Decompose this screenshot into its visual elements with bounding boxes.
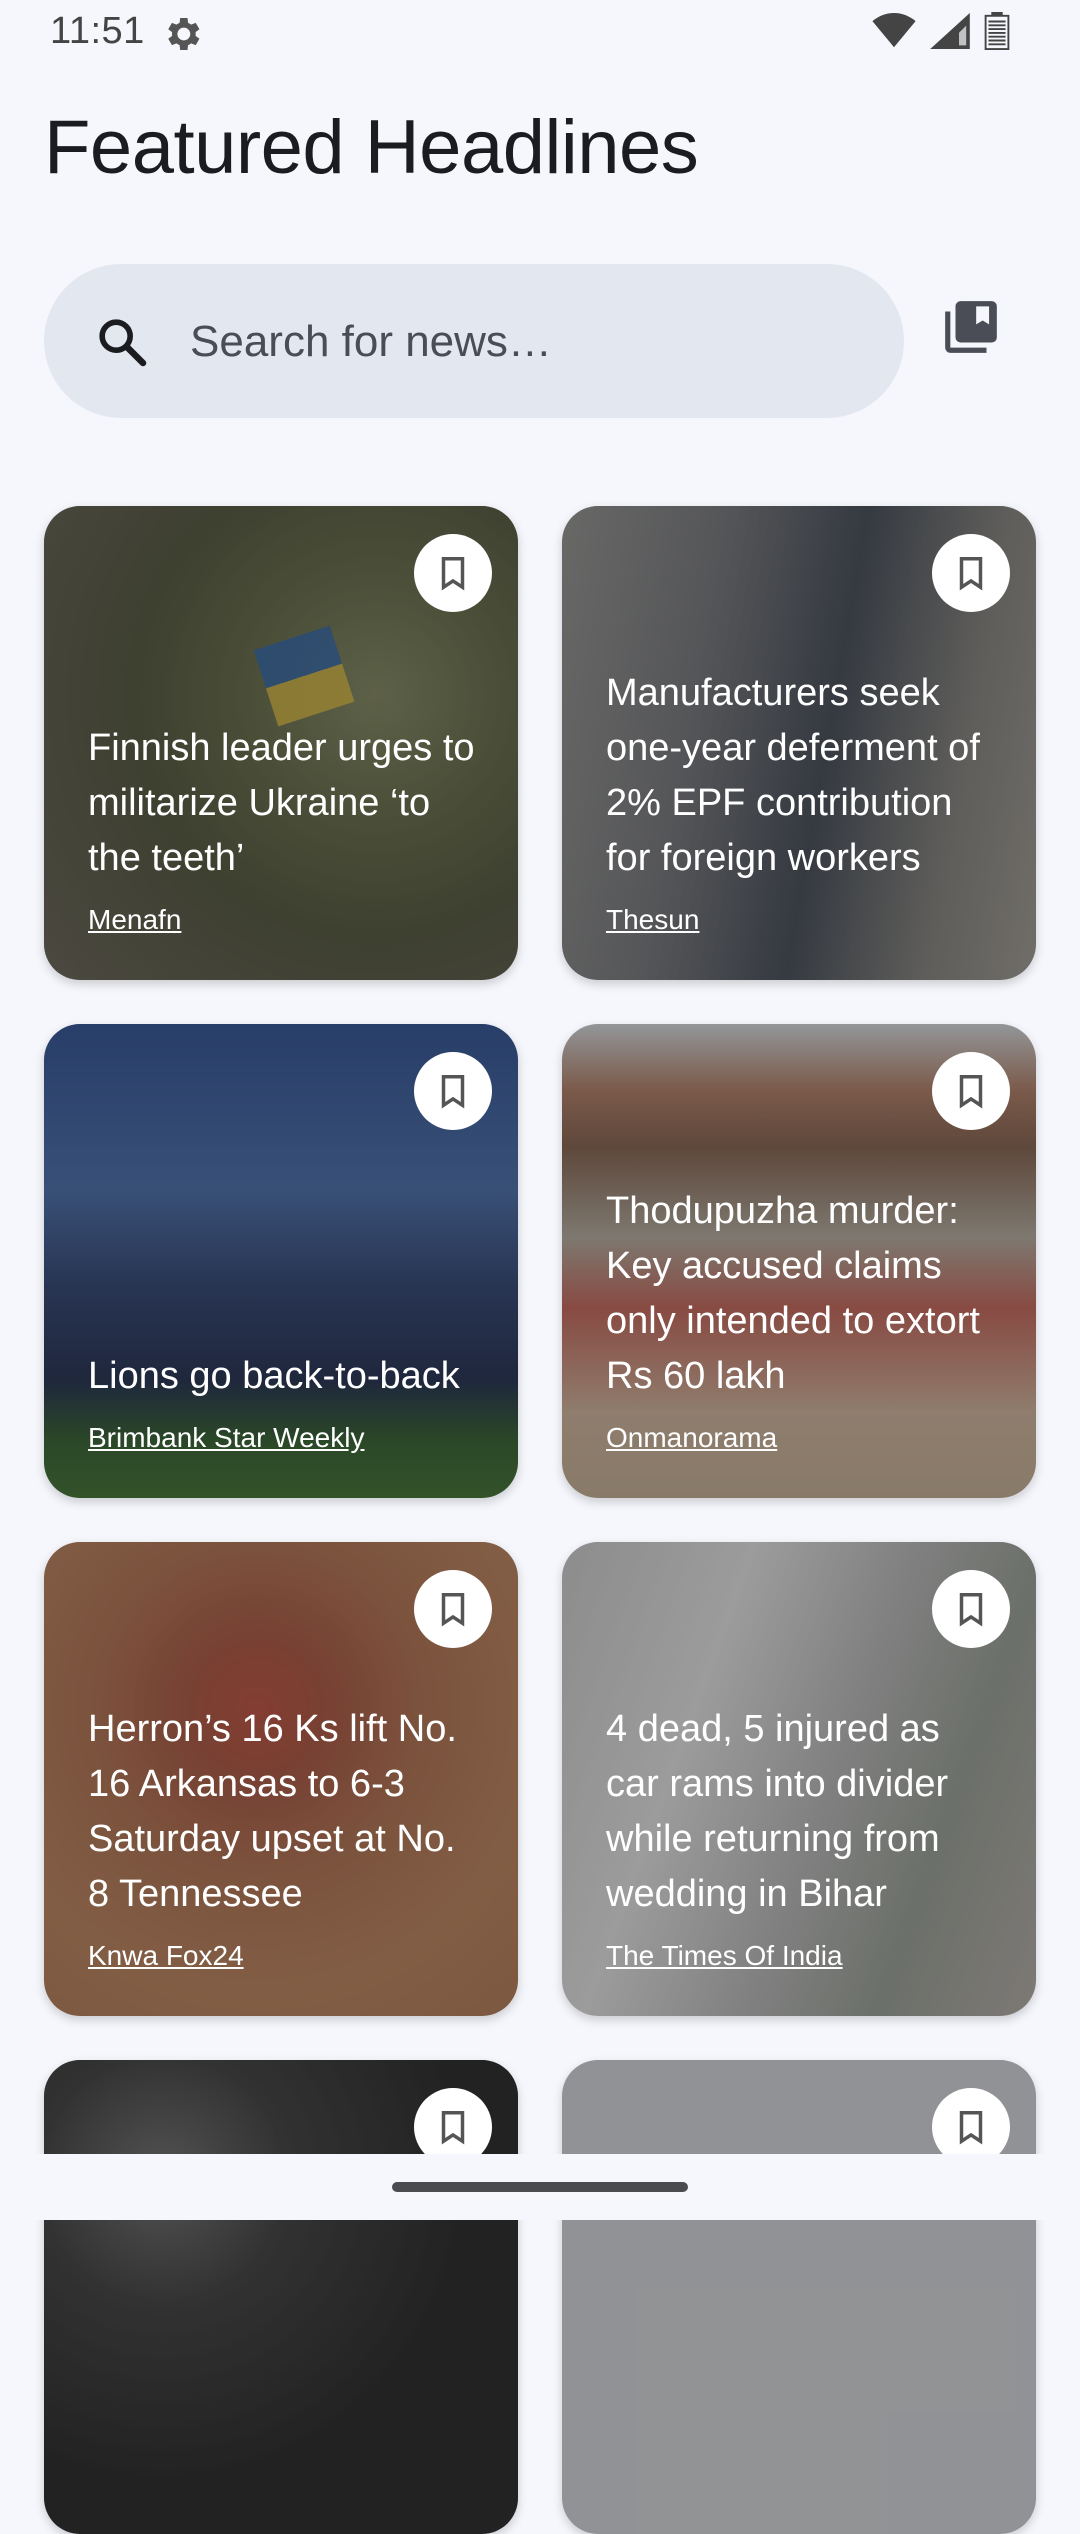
- search-bar[interactable]: [44, 264, 904, 418]
- bookmark-button[interactable]: [414, 1570, 492, 1648]
- bookmark-outline-icon: [959, 557, 983, 591]
- status-time: 11:51: [50, 10, 145, 52]
- search-input[interactable]: [188, 304, 872, 380]
- bookmark-button[interactable]: [932, 1570, 1010, 1648]
- card-title: Herron’s 16 Ks lift No. 16 Arkansas to 6…: [88, 1708, 457, 1915]
- bookmarks-icon: [940, 296, 1002, 363]
- gesture-nav-handle[interactable]: [392, 2182, 688, 2192]
- card-title: 4 dead, 5 injured as car rams into divid…: [606, 1708, 949, 1915]
- card-title: Manufacturers seek one-year deferment of…: [606, 672, 980, 879]
- card-source-link[interactable]: Brimbank Star Weekly: [88, 1422, 364, 1454]
- headline-card[interactable]: [44, 2060, 518, 2534]
- bookmark-button[interactable]: [932, 1052, 1010, 1130]
- card-source-link[interactable]: Knwa Fox24: [88, 1940, 244, 1972]
- search-icon[interactable]: [94, 314, 150, 370]
- bookmarks-button[interactable]: [938, 296, 1004, 362]
- bookmark-button[interactable]: [414, 1052, 492, 1130]
- headline-card[interactable]: [562, 2060, 1036, 2534]
- headline-card[interactable]: Lions go back-to-back Brimbank Star Week…: [44, 1024, 518, 1498]
- card-source-link[interactable]: Thesun: [606, 904, 699, 936]
- bookmark-outline-icon: [959, 1075, 983, 1109]
- battery-icon: [984, 12, 1010, 55]
- status-bar: 11:51: [0, 0, 1080, 70]
- bookmark-outline-icon: [959, 1593, 983, 1627]
- headline-card[interactable]: Manufacturers seek one-year deferment of…: [562, 506, 1036, 980]
- card-source-link[interactable]: The Times Of India: [606, 1940, 843, 1972]
- card-source-link[interactable]: Menafn: [88, 904, 181, 936]
- bookmark-outline-icon: [441, 1593, 465, 1627]
- headline-card[interactable]: Thodupuzha murder: Key accused claims on…: [562, 1024, 1036, 1498]
- card-title: Lions go back-to-back: [88, 1355, 460, 1397]
- signal-icon: [930, 13, 970, 54]
- bookmark-button[interactable]: [932, 534, 1010, 612]
- wifi-icon: [872, 13, 916, 54]
- page-title: Featured Headlines: [44, 105, 699, 190]
- card-title: Finnish leader urges to militarize Ukrai…: [88, 727, 475, 879]
- bookmark-outline-icon: [441, 2111, 465, 2145]
- bookmark-button[interactable]: [414, 534, 492, 612]
- gear-icon: [160, 12, 204, 56]
- card-source-link[interactable]: Onmanorama: [606, 1422, 777, 1454]
- card-title: Thodupuzha murder: Key accused claims on…: [606, 1190, 980, 1397]
- headline-card[interactable]: Herron’s 16 Ks lift No. 16 Arkansas to 6…: [44, 1542, 518, 2016]
- headline-card[interactable]: Finnish leader urges to militarize Ukrai…: [44, 506, 518, 980]
- bookmark-outline-icon: [441, 557, 465, 591]
- bookmark-outline-icon: [441, 1075, 465, 1109]
- headline-card[interactable]: 4 dead, 5 injured as car rams into divid…: [562, 1542, 1036, 2016]
- bookmark-outline-icon: [959, 2111, 983, 2145]
